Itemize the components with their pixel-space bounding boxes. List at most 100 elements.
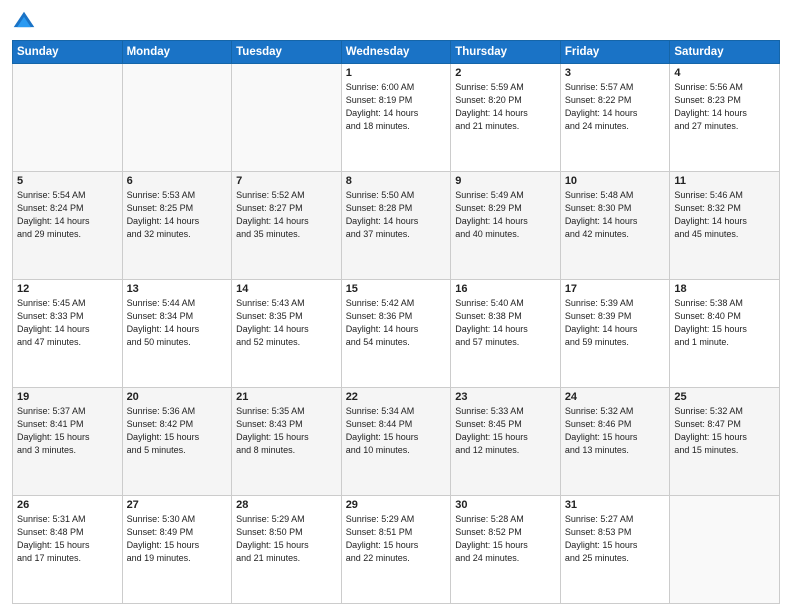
calendar-header-monday: Monday: [122, 41, 232, 64]
calendar-cell: 16Sunrise: 5:40 AMSunset: 8:38 PMDayligh…: [451, 280, 561, 388]
day-number: 12: [17, 283, 118, 295]
calendar-header-wednesday: Wednesday: [341, 41, 451, 64]
day-number: 15: [346, 283, 447, 295]
calendar-week-row: 19 Sunrise: 5:37 AMSunset: 8:41 PMDayligh…: [13, 388, 780, 496]
day-number: 11: [674, 175, 775, 187]
calendar-cell: 22 Sunrise: 5:34 AMSunset: 8:44 PMDayligh…: [341, 388, 451, 496]
calendar-cell: 24 Sunrise: 5:32 AMSunset: 8:46 PMDayligh…: [560, 388, 670, 496]
day-info: Sunrise: 5:53 AMSunset: 8:25 PMDaylight:…: [127, 189, 228, 241]
day-number: 9: [455, 175, 556, 187]
day-number: 5: [17, 175, 118, 187]
day-info: Sunrise: 5:52 AMSunset: 8:27 PMDaylight:…: [236, 189, 337, 241]
day-number: 29: [346, 499, 447, 511]
calendar-cell: 17 Sunrise: 5:39 AMSunset: 8:39 PMDayligh…: [560, 280, 670, 388]
day-info: Sunrise: 6:00 AMSunset: 8:19 PMDaylight:…: [346, 81, 447, 133]
day-info: Sunrise: 5:46 AMSunset: 8:32 PMDaylight:…: [674, 189, 775, 241]
calendar-cell: 20Sunrise: 5:36 AMSunset: 8:42 PMDayligh…: [122, 388, 232, 496]
day-number: 4: [674, 67, 775, 79]
day-number: 6: [127, 175, 228, 187]
calendar-cell: 25Sunrise: 5:32 AMSunset: 8:47 PMDayligh…: [670, 388, 780, 496]
day-info: Sunrise: 5:57 AMSunset: 8:22 PMDaylight:…: [565, 81, 666, 133]
day-number: 24: [565, 391, 666, 403]
day-number: 16: [455, 283, 556, 295]
calendar-cell: 2Sunrise: 5:59 AMSunset: 8:20 PMDaylight…: [451, 64, 561, 172]
day-info: Sunrise: 5:48 AMSunset: 8:30 PMDaylight:…: [565, 189, 666, 241]
calendar-cell: 15 Sunrise: 5:42 AMSunset: 8:36 PMDayligh…: [341, 280, 451, 388]
day-number: 26: [17, 499, 118, 511]
calendar-header-friday: Friday: [560, 41, 670, 64]
day-info: Sunrise: 5:54 AMSunset: 8:24 PMDaylight:…: [17, 189, 118, 241]
day-info: Sunrise: 5:30 AMSunset: 8:49 PMDaylight:…: [127, 513, 228, 565]
day-info: Sunrise: 5:34 AMSunset: 8:44 PMDaylight:…: [346, 405, 447, 457]
day-number: 30: [455, 499, 556, 511]
calendar-cell: 8Sunrise: 5:50 AMSunset: 8:28 PMDaylight…: [341, 172, 451, 280]
calendar-header-sunday: Sunday: [13, 41, 123, 64]
calendar-cell: 10Sunrise: 5:48 AMSunset: 8:30 PMDayligh…: [560, 172, 670, 280]
calendar-header-saturday: Saturday: [670, 41, 780, 64]
calendar-cell: 28 Sunrise: 5:29 AMSunset: 8:50 PMDayligh…: [232, 496, 342, 604]
calendar-cell: 23Sunrise: 5:33 AMSunset: 8:45 PMDayligh…: [451, 388, 561, 496]
logo: [12, 10, 40, 34]
day-number: 3: [565, 67, 666, 79]
calendar-week-row: 12 Sunrise: 5:45 AMSunset: 8:33 PMDayligh…: [13, 280, 780, 388]
calendar-cell: 12 Sunrise: 5:45 AMSunset: 8:33 PMDayligh…: [13, 280, 123, 388]
day-info: Sunrise: 5:50 AMSunset: 8:28 PMDaylight:…: [346, 189, 447, 241]
logo-icon: [12, 10, 36, 34]
day-info: Sunrise: 5:35 AMSunset: 8:43 PMDaylight:…: [236, 405, 337, 457]
calendar-cell: 14 Sunrise: 5:43 AMSunset: 8:35 PMDayligh…: [232, 280, 342, 388]
calendar-cell: 11 Sunrise: 5:46 AMSunset: 8:32 PMDayligh…: [670, 172, 780, 280]
calendar-cell: 26 Sunrise: 5:31 AMSunset: 8:48 PMDayligh…: [13, 496, 123, 604]
calendar-header-thursday: Thursday: [451, 41, 561, 64]
calendar-cell: 29 Sunrise: 5:29 AMSunset: 8:51 PMDayligh…: [341, 496, 451, 604]
day-info: Sunrise: 5:37 AMSunset: 8:41 PMDaylight:…: [17, 405, 118, 457]
calendar-cell: 30Sunrise: 5:28 AMSunset: 8:52 PMDayligh…: [451, 496, 561, 604]
calendar-cell: 7 Sunrise: 5:52 AMSunset: 8:27 PMDaylight…: [232, 172, 342, 280]
day-info: Sunrise: 5:31 AMSunset: 8:48 PMDaylight:…: [17, 513, 118, 565]
day-info: Sunrise: 5:36 AMSunset: 8:42 PMDaylight:…: [127, 405, 228, 457]
day-number: 31: [565, 499, 666, 511]
calendar-cell: 9 Sunrise: 5:49 AMSunset: 8:29 PMDaylight…: [451, 172, 561, 280]
day-info: Sunrise: 5:29 AMSunset: 8:50 PMDaylight:…: [236, 513, 337, 565]
day-info: Sunrise: 5:44 AMSunset: 8:34 PMDaylight:…: [127, 297, 228, 349]
day-number: 14: [236, 283, 337, 295]
calendar-cell: [232, 64, 342, 172]
calendar-cell: [122, 64, 232, 172]
calendar-week-row: 1 Sunrise: 6:00 AMSunset: 8:19 PMDaylight…: [13, 64, 780, 172]
day-number: 22: [346, 391, 447, 403]
day-info: Sunrise: 5:43 AMSunset: 8:35 PMDaylight:…: [236, 297, 337, 349]
day-number: 13: [127, 283, 228, 295]
calendar-week-row: 26 Sunrise: 5:31 AMSunset: 8:48 PMDayligh…: [13, 496, 780, 604]
day-number: 19: [17, 391, 118, 403]
day-number: 18: [674, 283, 775, 295]
day-number: 7: [236, 175, 337, 187]
calendar-cell: 21 Sunrise: 5:35 AMSunset: 8:43 PMDayligh…: [232, 388, 342, 496]
day-info: Sunrise: 5:42 AMSunset: 8:36 PMDaylight:…: [346, 297, 447, 349]
calendar-cell: 5 Sunrise: 5:54 AMSunset: 8:24 PMDaylight…: [13, 172, 123, 280]
day-number: 17: [565, 283, 666, 295]
calendar-cell: 1 Sunrise: 6:00 AMSunset: 8:19 PMDaylight…: [341, 64, 451, 172]
calendar-page: SundayMondayTuesdayWednesdayThursdayFrid…: [0, 0, 792, 612]
calendar-cell: 31 Sunrise: 5:27 AMSunset: 8:53 PMDayligh…: [560, 496, 670, 604]
day-number: 2: [455, 67, 556, 79]
calendar-header-row: SundayMondayTuesdayWednesdayThursdayFrid…: [13, 41, 780, 64]
calendar-cell: 18 Sunrise: 5:38 AMSunset: 8:40 PMDayligh…: [670, 280, 780, 388]
day-number: 21: [236, 391, 337, 403]
top-header: [12, 10, 780, 34]
day-info: Sunrise: 5:32 AMSunset: 8:46 PMDaylight:…: [565, 405, 666, 457]
day-number: 27: [127, 499, 228, 511]
day-info: Sunrise: 5:29 AMSunset: 8:51 PMDaylight:…: [346, 513, 447, 565]
calendar-cell: 27 Sunrise: 5:30 AMSunset: 8:49 PMDayligh…: [122, 496, 232, 604]
calendar-week-row: 5 Sunrise: 5:54 AMSunset: 8:24 PMDaylight…: [13, 172, 780, 280]
day-info: Sunrise: 5:45 AMSunset: 8:33 PMDaylight:…: [17, 297, 118, 349]
calendar-cell: 4 Sunrise: 5:56 AMSunset: 8:23 PMDaylight…: [670, 64, 780, 172]
day-info: Sunrise: 5:39 AMSunset: 8:39 PMDaylight:…: [565, 297, 666, 349]
day-number: 28: [236, 499, 337, 511]
calendar-cell: [670, 496, 780, 604]
day-number: 1: [346, 67, 447, 79]
day-info: Sunrise: 5:49 AMSunset: 8:29 PMDaylight:…: [455, 189, 556, 241]
day-info: Sunrise: 5:38 AMSunset: 8:40 PMDaylight:…: [674, 297, 775, 349]
calendar-cell: [13, 64, 123, 172]
day-info: Sunrise: 5:56 AMSunset: 8:23 PMDaylight:…: [674, 81, 775, 133]
day-info: Sunrise: 5:32 AMSunset: 8:47 PMDaylight:…: [674, 405, 775, 457]
day-info: Sunrise: 5:27 AMSunset: 8:53 PMDaylight:…: [565, 513, 666, 565]
